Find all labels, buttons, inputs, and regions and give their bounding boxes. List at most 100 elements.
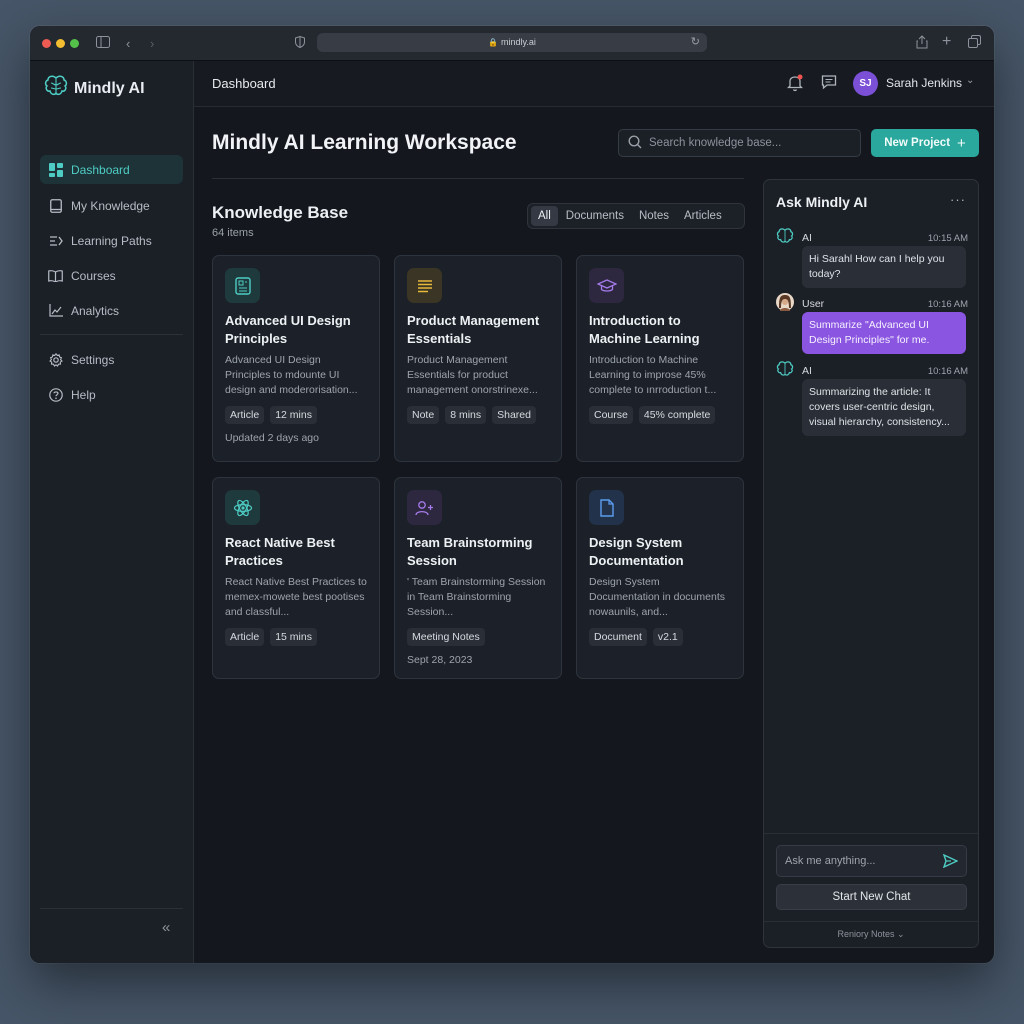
sidebar-bottom-divider xyxy=(40,908,183,909)
message-header: AI 10:15 AM xyxy=(776,227,968,249)
share-icon[interactable] xyxy=(916,35,928,53)
recent-notes-toggle[interactable]: Reniory Notes ⌄ xyxy=(764,929,978,940)
message-sender: AI xyxy=(802,232,812,244)
send-icon[interactable] xyxy=(942,853,959,873)
card-meta: Updated 2 days ago xyxy=(225,432,319,444)
sidebar-item-label: Help xyxy=(71,387,96,402)
card-tags: Meeting Notes xyxy=(407,628,549,646)
forward-icon[interactable]: › xyxy=(150,35,154,52)
card-title: Advanced UI Design Principles xyxy=(225,313,351,346)
avatar[interactable]: SJ xyxy=(853,71,878,96)
maximize-window-button[interactable] xyxy=(70,39,79,48)
tag: 12 mins xyxy=(270,406,317,424)
start-new-chat-button[interactable]: Start New Chat xyxy=(776,884,967,910)
back-icon[interactable]: ‹ xyxy=(126,35,130,52)
file-icon xyxy=(589,490,624,525)
browser-window: ‹ › 🔒 mindly.ai ↻ + Mindly AI Dashboard … xyxy=(30,26,994,963)
ai-message: Summarizing the article: It covers user-… xyxy=(802,379,966,436)
atom-icon xyxy=(225,490,260,525)
sidebar-item-label: Dashboard xyxy=(71,162,130,177)
tag: Course xyxy=(589,406,633,424)
users-icon xyxy=(407,490,442,525)
message-time: 10:16 AM xyxy=(927,365,968,377)
message-sender: User xyxy=(802,298,825,310)
tab-all[interactable]: All xyxy=(531,206,558,226)
knowledge-card[interactable]: Product Management Essentials Product Ma… xyxy=(394,255,562,462)
close-window-button[interactable] xyxy=(42,39,51,48)
help-icon xyxy=(48,387,63,402)
chat-footer-divider xyxy=(764,921,978,922)
chevron-down-icon: ⌄ xyxy=(897,929,905,939)
card-tags: Document v2.1 xyxy=(589,628,731,646)
chat-icon[interactable] xyxy=(821,74,837,95)
new-tab-icon[interactable]: + xyxy=(942,33,951,50)
user-message: Summarize "Advanced UI Design Principles… xyxy=(802,312,966,354)
sidebar-item-settings[interactable]: Settings xyxy=(40,345,183,374)
knowledge-card[interactable]: Team Brainstorming Session ' Team Brains… xyxy=(394,477,562,679)
tag: 15 mins xyxy=(270,628,317,646)
card-description: React Native Best Practices to memex-mow… xyxy=(225,576,367,618)
user-name[interactable]: Sarah Jenkins xyxy=(886,76,962,90)
chat-title: Ask Mindly AI xyxy=(776,194,868,210)
chevron-down-icon[interactable]: ⌄ xyxy=(966,75,974,86)
shield-icon[interactable] xyxy=(295,35,305,52)
recent-notes-label: Reniory Notes xyxy=(837,929,895,939)
open-book-icon xyxy=(48,268,63,283)
chat-input[interactable] xyxy=(785,855,935,867)
sidebar-item-label: My Knowledge xyxy=(71,198,150,213)
tab-articles[interactable]: Articles xyxy=(677,206,729,226)
sidebar-item-analytics[interactable]: Analytics xyxy=(40,296,183,325)
page-title: Mindly AI Learning Workspace xyxy=(212,131,517,154)
tabs-overview-icon[interactable] xyxy=(968,35,981,52)
new-project-button[interactable]: New Project + xyxy=(871,129,979,157)
card-description: ' Team Brainstorming Session in Team Bra… xyxy=(407,576,546,618)
sidebar-item-label: Learning Paths xyxy=(71,233,152,248)
bell-icon[interactable] xyxy=(786,74,804,97)
reload-icon[interactable]: ↻ xyxy=(691,33,700,52)
card-description: Introduction to Machine Learning to impr… xyxy=(589,354,717,396)
address-bar[interactable]: 🔒 mindly.ai ↻ xyxy=(317,33,707,52)
knowledge-card[interactable]: Advanced UI Design Principles Advanced U… xyxy=(212,255,380,462)
message-header: AI 10:16 AM xyxy=(776,360,968,379)
tag: Meeting Notes xyxy=(407,628,485,646)
ai-brain-icon xyxy=(776,227,794,249)
header-divider xyxy=(212,178,744,179)
document-icon xyxy=(225,268,260,303)
brand-name: Mindly AI xyxy=(74,79,145,97)
search-bar[interactable] xyxy=(618,129,861,157)
sidebar-item-help[interactable]: Help xyxy=(40,380,183,409)
message-time: 10:15 AM xyxy=(927,232,968,244)
sidebar-item-learning-paths[interactable]: Learning Paths xyxy=(40,226,183,255)
minimize-window-button[interactable] xyxy=(56,39,65,48)
search-input[interactable] xyxy=(649,137,849,149)
tag: Article xyxy=(225,628,265,646)
ai-message: Hi Sarahl How can I help you today? xyxy=(802,246,966,288)
card-title: Introduction to Machine Learning xyxy=(589,313,700,346)
brand-logo[interactable]: Mindly AI xyxy=(44,75,145,102)
tab-documents[interactable]: Documents xyxy=(559,206,631,226)
chat-input-box[interactable] xyxy=(776,845,967,877)
url-text: mindly.ai xyxy=(501,37,536,47)
card-description: Product Management Essentials for produc… xyxy=(407,354,538,396)
card-tags: Note 8 mins Shared xyxy=(407,406,549,424)
card-title: React Native Best Practices xyxy=(225,535,335,568)
more-options-icon[interactable]: ··· xyxy=(950,192,966,207)
sidebar-item-my-knowledge[interactable]: My Knowledge xyxy=(40,191,183,220)
card-title: Design System Documentation xyxy=(589,535,684,568)
tab-notes[interactable]: Notes xyxy=(632,206,676,226)
graduation-cap-icon xyxy=(589,268,624,303)
gear-icon xyxy=(48,352,63,367)
tag: Note xyxy=(407,406,440,424)
collapse-sidebar-icon[interactable]: « xyxy=(162,919,170,936)
card-description: Advanced UI Design Principles to mdounte… xyxy=(225,354,358,396)
knowledge-card[interactable]: Introduction to Machine Learning Introdu… xyxy=(576,255,744,462)
ai-chat-panel: Ask Mindly AI ··· AI 10:15 AM Hi Sarahl … xyxy=(763,179,979,948)
tag: 45% complete xyxy=(638,406,716,424)
sidebar-item-courses[interactable]: Courses xyxy=(40,261,183,290)
topbar: Dashboard SJ Sarah Jenkins ⌄ xyxy=(194,61,994,107)
knowledge-card[interactable]: Design System Documentation Design Syste… xyxy=(576,477,744,679)
dashboard-icon xyxy=(48,162,63,177)
knowledge-card[interactable]: React Native Best Practices React Native… xyxy=(212,477,380,679)
sidebar-toggle-icon[interactable] xyxy=(96,35,110,52)
sidebar-item-dashboard[interactable]: Dashboard xyxy=(40,155,183,184)
